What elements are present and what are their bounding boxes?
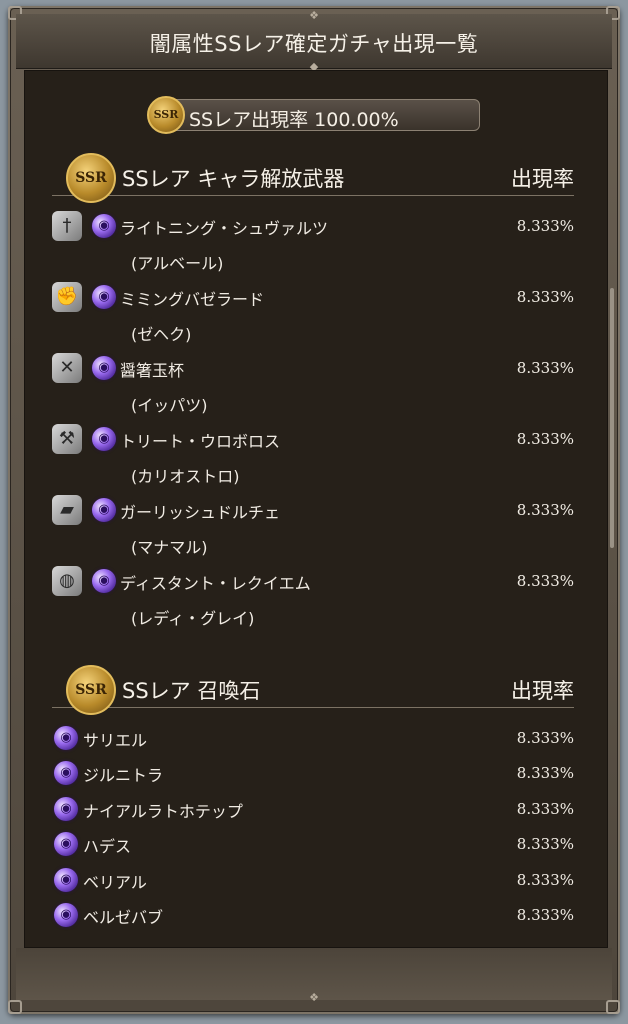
scrollbar[interactable] (610, 288, 614, 548)
summon-rate: 8.333% (516, 906, 574, 924)
summon-rate: 8.333% (516, 835, 574, 854)
summon-name: ナイアルラトホテップ (83, 801, 243, 821)
weapons-section-header: SSR SSレア キャラ解放武器 出現率 (52, 153, 574, 203)
summon-row: ◉ ハデス 8.333% (52, 831, 574, 859)
weapon-row: ◍ ◉ ディスタント・レクイエム 8.333% (レディ・グレイ) (52, 566, 574, 628)
summon-rate: 8.333% (516, 729, 574, 747)
weapon-name: 醤箸玉杯 (120, 361, 185, 380)
dark-element-icon: ◉ (54, 832, 78, 857)
weapons-rate-header: 出現率 (511, 167, 574, 191)
summon-name: ベリアル (83, 872, 147, 892)
window-footer: ❖ (16, 948, 612, 1004)
summon-rate: 8.333% (516, 764, 574, 783)
footer-ornament: ❖ (309, 991, 319, 1004)
frame-corner (606, 1000, 620, 1014)
weapon-character: (イッパツ) (131, 396, 208, 415)
weapon-rate: 8.333% (516, 288, 574, 306)
weapon-name: ミミングバゼラード (120, 290, 265, 309)
weapon-name: ディスタント・レクイエム (120, 574, 311, 593)
weapon-name: ライトニング・シュヴァルツ (120, 219, 329, 238)
weapon-character: (レディ・グレイ) (131, 609, 255, 628)
dark-element-icon: ◉ (92, 569, 116, 593)
weapon-character: (マナマル) (131, 538, 208, 557)
summon-row: ◉ ベリアル 8.333% (52, 867, 574, 895)
summon-row: ◉ ナイアルラトホテップ 8.333% (52, 796, 574, 824)
summon-rate: 8.333% (516, 870, 574, 889)
weapon-name: ガーリッシュドルチェ (120, 503, 281, 522)
dark-element-icon: ◉ (92, 214, 116, 238)
frame-corner (8, 1000, 22, 1014)
summon-row: ◉ ベルゼバブ 8.333% (52, 902, 574, 930)
summon-name: ベルゼバブ (83, 908, 164, 927)
dark-element-icon: ◉ (54, 903, 78, 927)
ssr-badge-icon: SSR (66, 665, 116, 715)
dark-element-icon: ◉ (92, 427, 116, 451)
fist-icon: ✊ (52, 282, 82, 312)
weapon-rate: 8.333% (516, 217, 574, 235)
weapon-character: (カリオストロ) (131, 467, 240, 486)
gun-icon: ▰ (52, 495, 82, 525)
ssr-rate-text: SSレア出現率 100.00% (189, 109, 399, 131)
weapon-rate: 8.333% (516, 430, 574, 448)
dagger-icon: ✕ (52, 353, 82, 383)
summon-name: ジルニトラ (83, 766, 164, 786)
ssr-rate-banner: SSR SSレア出現率 100.00% (147, 96, 480, 134)
dark-element-icon: ◉ (54, 796, 78, 821)
weapon-rate: 8.333% (516, 359, 574, 377)
dark-element-icon: ◉ (92, 498, 116, 522)
gauntlet-icon: ◍ (52, 566, 82, 596)
ssr-badge-icon: SSR (147, 96, 185, 134)
summon-rate: 8.333% (516, 799, 574, 818)
dark-element-icon: ◉ (92, 356, 116, 380)
staff-icon: ⚒ (52, 424, 82, 454)
dark-element-icon: ◉ (54, 726, 78, 750)
summons-section-header: SSR SSレア 召喚石 出現率 (52, 665, 574, 715)
weapon-row: ✊ ◉ ミミングバゼラード 8.333% (ゼヘク) (52, 282, 574, 344)
ssr-badge-icon: SSR (66, 153, 116, 203)
weapon-name: トリート・ウロボロス (120, 432, 281, 451)
window-header: ❖ 闇属性SSレア確定ガチャ出現一覧 ◆ (16, 9, 612, 72)
dark-element-icon: ◉ (54, 867, 78, 892)
summons-rate-header: 出現率 (511, 679, 574, 703)
weapon-row: ⚒ ◉ トリート・ウロボロス 8.333% (カリオストロ) (52, 424, 574, 486)
weapon-row: ▰ ◉ ガーリッシュドルチェ 8.333% (マナマル) (52, 495, 574, 557)
weapons-section-title: SSレア キャラ解放武器 (122, 167, 345, 191)
sword-icon: † (52, 211, 82, 241)
summon-row: ◉ ジルニトラ 8.333% (52, 760, 574, 788)
summons-section-title: SSレア 召喚石 (122, 679, 261, 703)
weapon-character: (ゼヘク) (131, 325, 192, 344)
window-title: 闇属性SSレア確定ガチャ出現一覧 (149, 32, 479, 56)
weapon-character: (アルベール) (131, 254, 224, 273)
summon-name: ハデス (83, 837, 132, 857)
dark-element-icon: ◉ (92, 285, 116, 309)
summon-row: ◉ サリエル 8.333% (52, 725, 574, 753)
weapon-rate: 8.333% (516, 501, 574, 519)
dark-element-icon: ◉ (54, 761, 78, 786)
weapon-row: ✕ ◉ 醤箸玉杯 8.333% (イッパツ) (52, 353, 574, 415)
weapon-rate: 8.333% (516, 572, 574, 590)
weapon-row: † ◉ ライトニング・シュヴァルツ 8.333% (アルベール) (52, 211, 574, 273)
header-ornament: ❖ (309, 9, 319, 22)
summon-name: サリエル (83, 731, 148, 750)
